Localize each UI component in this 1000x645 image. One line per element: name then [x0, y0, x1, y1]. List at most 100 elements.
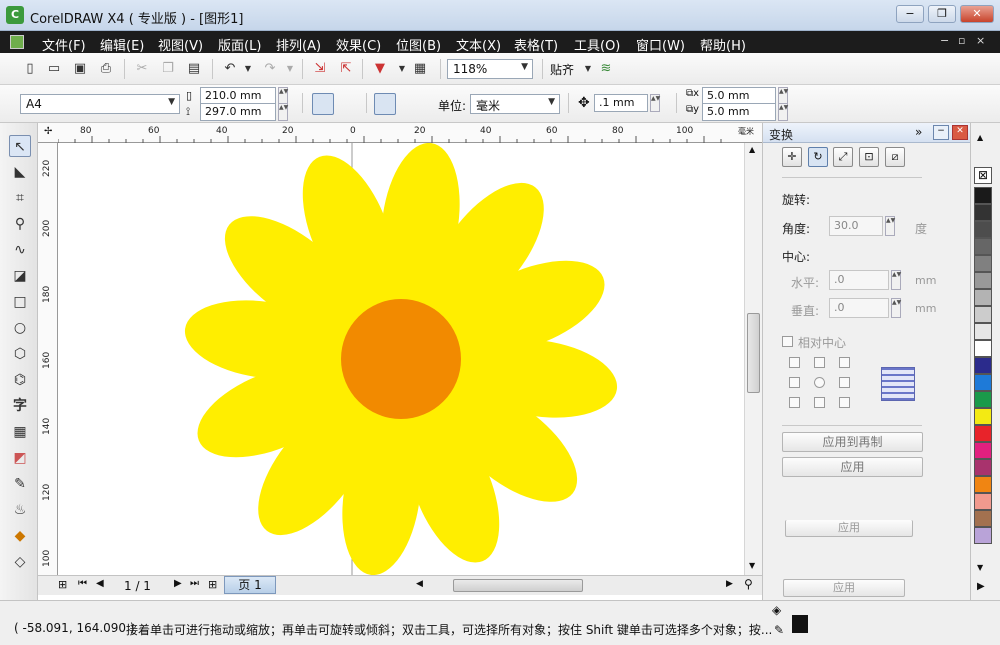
ruler-origin-icon[interactable]: ✢ — [44, 126, 52, 137]
palette-scroll-up-icon[interactable]: ▲ — [977, 133, 983, 142]
rotate-tab-icon[interactable]: ↻ — [808, 147, 828, 167]
center-horizontal-spinner[interactable]: ▲▼ — [891, 270, 901, 290]
snap-to-button[interactable]: 贴齐 — [550, 61, 574, 78]
expand-docker-icon[interactable]: » — [915, 125, 922, 139]
duplicate-y-field[interactable]: 5.0 mm — [702, 103, 776, 121]
cut-icon[interactable]: ✂ — [134, 61, 150, 77]
center-vertical-spinner[interactable]: ▲▼ — [891, 298, 901, 318]
copy-icon[interactable]: ❐ — [160, 61, 176, 77]
zoom-tool-icon[interactable]: ⚲ — [9, 213, 31, 235]
color-swatch[interactable] — [974, 493, 992, 510]
color-swatch[interactable] — [974, 425, 992, 442]
anchor-middle-left[interactable] — [789, 377, 800, 388]
paste-icon[interactable]: ▤ — [186, 61, 202, 77]
palette-scroll-down-icon[interactable]: ▼ — [977, 563, 983, 572]
vertical-scrollbar[interactable]: ▲ ▼ — [744, 143, 762, 575]
angle-spinner[interactable]: ▲▼ — [885, 216, 895, 236]
outline-color-swatch[interactable] — [792, 615, 808, 633]
first-page-icon[interactable]: ⏮ — [78, 578, 87, 589]
angle-field[interactable]: 30.0 — [829, 216, 883, 236]
horizontal-ruler[interactable]: ✢ 80 60 40 20 0 20 40 60 80 100 毫米 — [38, 123, 762, 143]
position-tab-icon[interactable]: ✛ — [782, 147, 802, 167]
page-size-select[interactable]: A4 ▼ — [20, 94, 180, 114]
color-swatch[interactable] — [974, 476, 992, 493]
menu-view[interactable]: 视图(V) — [158, 35, 203, 54]
color-swatch[interactable] — [974, 272, 992, 289]
menu-tools[interactable]: 工具(O) — [574, 35, 620, 54]
menu-edit[interactable]: 编辑(E) — [100, 35, 144, 54]
snap-dropdown-icon[interactable]: ▼ — [580, 61, 596, 77]
redo-icon[interactable]: ↷ — [262, 61, 278, 77]
anchor-top-center[interactable] — [814, 357, 825, 368]
rectangle-tool-icon[interactable]: □ — [9, 291, 31, 313]
vertical-ruler[interactable]: 220 200 180 160 140 120 100 — [38, 143, 58, 575]
color-swatch[interactable] — [974, 187, 992, 204]
close-button[interactable]: ✕ — [960, 5, 994, 23]
coreldraw-app-icon[interactable]: C — [6, 6, 24, 24]
next-page-icon[interactable]: ▶ — [174, 578, 182, 589]
zoom-navigator-icon[interactable]: ⚲ — [744, 577, 753, 591]
scroll-down-icon[interactable]: ▼ — [749, 561, 755, 570]
anchor-bottom-center[interactable] — [814, 397, 825, 408]
anchor-bottom-right[interactable] — [839, 397, 850, 408]
horizontal-scroll-thumb[interactable] — [453, 579, 583, 592]
skew-tab-icon[interactable]: ⧄ — [885, 147, 905, 167]
doc-restore-icon[interactable]: ▫ — [958, 34, 965, 47]
menu-bitmaps[interactable]: 位图(B) — [396, 35, 441, 54]
flower-drawing[interactable] — [58, 143, 744, 575]
ellipse-tool-icon[interactable]: ○ — [9, 317, 31, 339]
doc-close-icon[interactable]: × — [976, 34, 985, 47]
scroll-up-icon[interactable]: ▲ — [749, 145, 755, 154]
duplicate-y-spinner[interactable]: ▲▼ — [778, 103, 788, 121]
page-height-field[interactable]: 297.0 mm — [200, 103, 276, 121]
anchor-middle-right[interactable] — [839, 377, 850, 388]
new-document-icon[interactable]: ▯ — [22, 61, 38, 77]
units-select[interactable]: 毫米 ▼ — [470, 94, 560, 114]
menu-effects[interactable]: 效果(C) — [336, 35, 381, 54]
color-swatch[interactable] — [974, 527, 992, 544]
scroll-right-icon[interactable]: ▶ — [726, 579, 733, 589]
shape-tool-icon[interactable]: ◣ — [9, 161, 31, 183]
nudge-distance-field[interactable]: .1 mm — [594, 94, 648, 112]
color-swatch[interactable] — [974, 374, 992, 391]
eyedropper-tool-icon[interactable]: ✎ — [9, 473, 31, 495]
center-horizontal-field[interactable]: .0 — [829, 270, 889, 290]
menu-window[interactable]: 窗口(W) — [636, 35, 685, 54]
launcher-dropdown-icon[interactable]: ▼ — [394, 61, 410, 77]
print-icon[interactable]: ⎙ — [98, 61, 114, 77]
color-swatch[interactable] — [974, 255, 992, 272]
relative-center-checkbox[interactable] — [782, 336, 793, 347]
fill-tool-icon[interactable]: ◆ — [9, 525, 31, 547]
anchor-center[interactable] — [814, 377, 825, 388]
save-icon[interactable]: ▣ — [72, 61, 88, 77]
undo-dropdown-icon[interactable]: ▼ — [240, 61, 256, 77]
color-swatch[interactable] — [974, 238, 992, 255]
color-swatch[interactable] — [974, 357, 992, 374]
no-fill-swatch[interactable]: ⊠ — [974, 167, 992, 184]
welcome-screen-icon[interactable]: ▦ — [412, 61, 428, 77]
add-page-after-icon[interactable]: ⊞ — [208, 578, 217, 591]
vertical-scroll-thumb[interactable] — [747, 313, 760, 393]
redo-dropdown-icon[interactable]: ▼ — [282, 61, 298, 77]
color-swatch[interactable] — [974, 459, 992, 476]
polygon-tool-icon[interactable]: ⬡ — [9, 343, 31, 365]
anchor-top-left[interactable] — [789, 357, 800, 368]
scroll-left-icon[interactable]: ◀ — [416, 579, 423, 589]
menu-arrange[interactable]: 排列(A) — [276, 35, 321, 54]
undo-icon[interactable]: ↶ — [222, 61, 238, 77]
table-tool-icon[interactable]: ▦ — [9, 421, 31, 443]
crop-tool-icon[interactable]: ⌗ — [9, 187, 31, 209]
portrait-button[interactable] — [312, 93, 334, 115]
zoom-level-select[interactable]: 118% ▼ — [447, 59, 533, 79]
menu-text[interactable]: 文本(X) — [456, 35, 501, 54]
import-icon[interactable]: ⇲ — [312, 61, 328, 77]
options-icon[interactable]: ≋ — [598, 61, 614, 77]
color-swatch[interactable] — [974, 221, 992, 238]
docker-minimize-icon[interactable]: − — [933, 125, 949, 140]
color-swatch[interactable] — [974, 442, 992, 459]
smart-fill-tool-icon[interactable]: ◪ — [9, 265, 31, 287]
height-spinner[interactable]: ▲▼ — [278, 103, 288, 121]
prev-page-icon[interactable]: ◀ — [96, 578, 104, 589]
application-launcher-icon[interactable]: ▼ — [372, 61, 388, 77]
scale-mirror-tab-icon[interactable]: ⤢ — [833, 147, 853, 167]
